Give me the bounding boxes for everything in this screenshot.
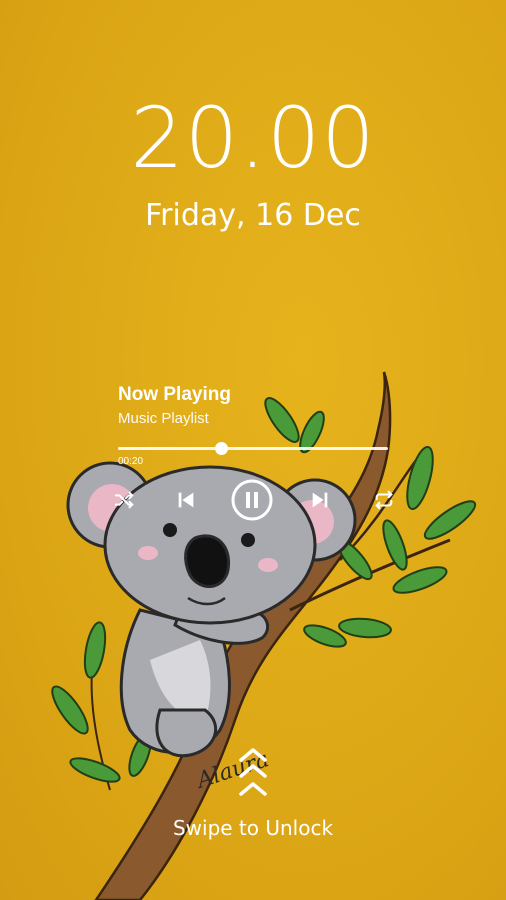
- next-button[interactable]: [300, 480, 340, 520]
- previous-icon: [178, 492, 194, 508]
- swipe-to-unlock-label: Swipe to Unlock: [172, 816, 334, 840]
- now-playing-title: Now Playing: [118, 384, 231, 405]
- lockscreen-date: Friday, 16 Dec: [145, 198, 361, 233]
- seek-handle[interactable]: [214, 442, 228, 455]
- previous-button[interactable]: [166, 480, 206, 520]
- repeat-icon: [375, 490, 393, 510]
- next-icon: [312, 492, 328, 508]
- swipe-up-chevrons-icon[interactable]: [233, 744, 273, 802]
- playback-controls: [114, 478, 393, 524]
- shuffle-icon: [114, 491, 134, 509]
- lockscreen-clock: 20.00: [130, 89, 376, 187]
- elapsed-time: 00:20: [118, 456, 144, 467]
- seek-bar[interactable]: [118, 442, 388, 455]
- now-playing-subtitle: Music Playlist: [118, 410, 209, 427]
- repeat-button[interactable]: [364, 480, 404, 520]
- pause-icon: [231, 479, 273, 521]
- pause-button[interactable]: [230, 478, 274, 522]
- shuffle-button[interactable]: [104, 480, 144, 520]
- music-player-widget: Now Playing Music Playlist 00:20: [114, 384, 393, 521]
